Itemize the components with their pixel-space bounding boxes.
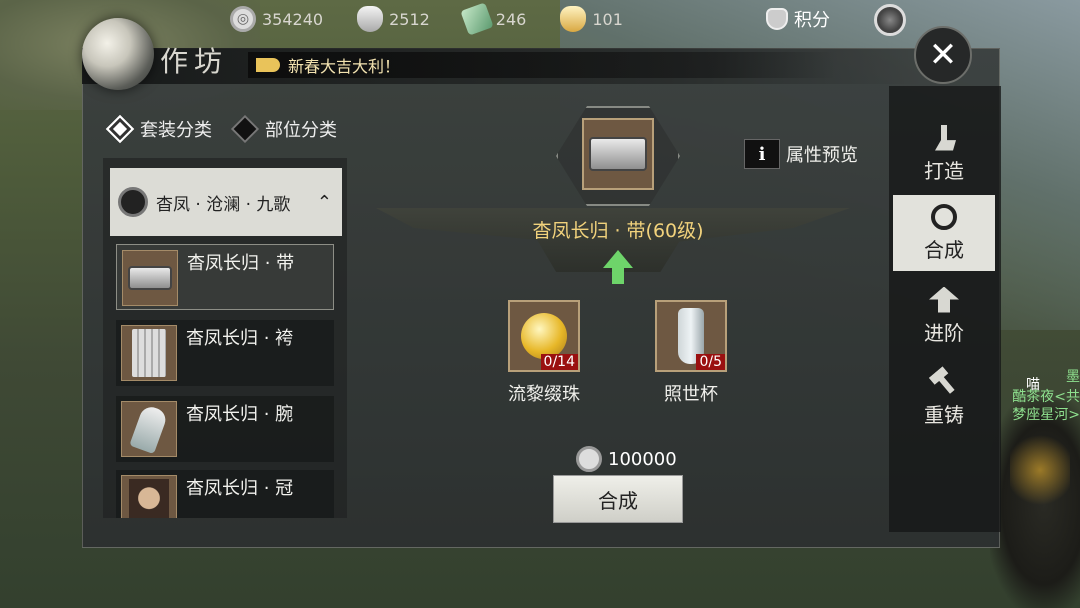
jade-icon: [460, 2, 494, 36]
tab-advance[interactable]: 进阶: [893, 278, 995, 354]
gold-ingot-icon: [560, 6, 587, 32]
coin-icon: ◎: [230, 6, 256, 32]
close-icon: ✕: [928, 35, 958, 75]
close-button[interactable]: ✕: [914, 26, 972, 84]
combine-button[interactable]: 合成: [553, 475, 683, 523]
silver-value: 2512: [389, 9, 430, 29]
tab-recast[interactable]: 重铸: [893, 360, 995, 436]
window-title: 作坊: [160, 45, 229, 78]
crown-icon: [129, 479, 169, 518]
diamond-checked-icon: [105, 114, 135, 144]
background-mount-ornament: [1010, 430, 1070, 510]
item-name: 杳凤长归 · 腕: [186, 404, 294, 425]
category-slot-toggle[interactable]: 部位分类: [230, 114, 337, 144]
belt-icon: [589, 137, 647, 171]
material-name: 流黎缀珠: [508, 384, 580, 405]
pearl-icon: [521, 313, 567, 359]
swirl-menu-icon[interactable]: [874, 4, 906, 36]
tab-combine[interactable]: 合成: [893, 195, 995, 271]
attribute-preview-label: 属性预览: [786, 145, 858, 166]
set-group-label: 杳凤 · 沧澜 · 九歌: [156, 194, 291, 215]
material-count: 0/14: [540, 354, 578, 370]
list-item[interactable]: 杳凤长归 · 带: [116, 244, 334, 310]
item-thumbnail: [121, 401, 177, 457]
target-item-slot[interactable]: [582, 118, 654, 190]
currency-coin[interactable]: ◎ 354240: [230, 6, 323, 32]
set-group-header[interactable]: 杳凤 · 沧澜 · 九歌 ⌃: [110, 168, 342, 236]
arrow-up-icon: [603, 250, 633, 286]
horn-icon: [256, 58, 280, 72]
material-slot[interactable]: 0/14: [508, 300, 580, 372]
list-item[interactable]: 杳凤长归 · 袴: [116, 320, 334, 386]
jade-value: 246: [495, 9, 527, 29]
advance-icon: [929, 286, 959, 313]
shield-icon: [766, 8, 788, 30]
npc-text-4: 梦座星河>: [1012, 407, 1080, 423]
item-name: 杳凤长归 · 冠: [186, 478, 294, 499]
npc-text-1: 墨: [1066, 369, 1080, 385]
diamond-unchecked-icon: [230, 114, 260, 144]
tab-forge[interactable]: 打造: [893, 116, 995, 192]
craft-cost: 100000: [576, 446, 677, 472]
tab-forge-label: 打造: [924, 158, 964, 183]
list-item[interactable]: 杳凤长归 · 冠: [116, 470, 334, 518]
material-name: 照世杯: [664, 384, 718, 405]
banner-text: 新春大吉大利！: [288, 57, 401, 76]
anvil-icon: [932, 124, 956, 151]
chevron-up-icon: ⌃: [316, 191, 332, 213]
currency-silver[interactable]: 2512: [357, 6, 430, 32]
moon-emblem-icon: [82, 18, 154, 90]
material-count: 0/5: [696, 354, 725, 370]
gold-value: 101: [592, 9, 623, 29]
tab-recast-label: 重铸: [924, 402, 964, 427]
hammer-icon: [924, 362, 964, 401]
category-set-label: 套装分类: [140, 120, 212, 141]
tab-advance-label: 进阶: [924, 320, 964, 345]
gauntlet-icon: [129, 403, 169, 455]
item-name: 杳凤长归 · 袴: [186, 328, 294, 349]
npc-text-3: 酷茶夜<共: [1012, 389, 1080, 405]
tab-combine-label: 合成: [924, 237, 964, 262]
pants-icon: [132, 329, 166, 377]
list-item[interactable]: 杳凤长归 · 腕: [116, 396, 334, 462]
set-emblem-icon: [118, 187, 148, 217]
item-thumbnail: [121, 325, 177, 381]
category-set-toggle[interactable]: 套装分类: [105, 114, 212, 144]
combine-icon: [931, 203, 957, 230]
currency-jade[interactable]: 246: [460, 2, 527, 36]
material-slot[interactable]: 0/5: [655, 300, 727, 372]
target-item-name: 杳凤长归 · 带(60级): [532, 220, 704, 242]
announcement-banner: 新春大吉大利！: [248, 52, 836, 78]
attribute-preview-button[interactable]: i 属性预览: [744, 139, 858, 169]
currency-gold[interactable]: 101: [560, 6, 623, 32]
coin-value: 354240: [262, 9, 324, 29]
belt-icon: [128, 266, 172, 290]
item-thumbnail: [122, 250, 178, 306]
info-icon: i: [744, 139, 780, 169]
score-button[interactable]: 积分: [766, 6, 830, 32]
item-name: 杳凤长归 · 带: [187, 253, 295, 274]
coin-icon: [576, 446, 602, 472]
category-slot-label: 部位分类: [265, 120, 337, 141]
item-thumbnail: [121, 475, 177, 518]
score-label: 积分: [794, 10, 830, 31]
silver-ingot-icon: [357, 6, 384, 32]
cost-value: 100000: [608, 448, 677, 470]
